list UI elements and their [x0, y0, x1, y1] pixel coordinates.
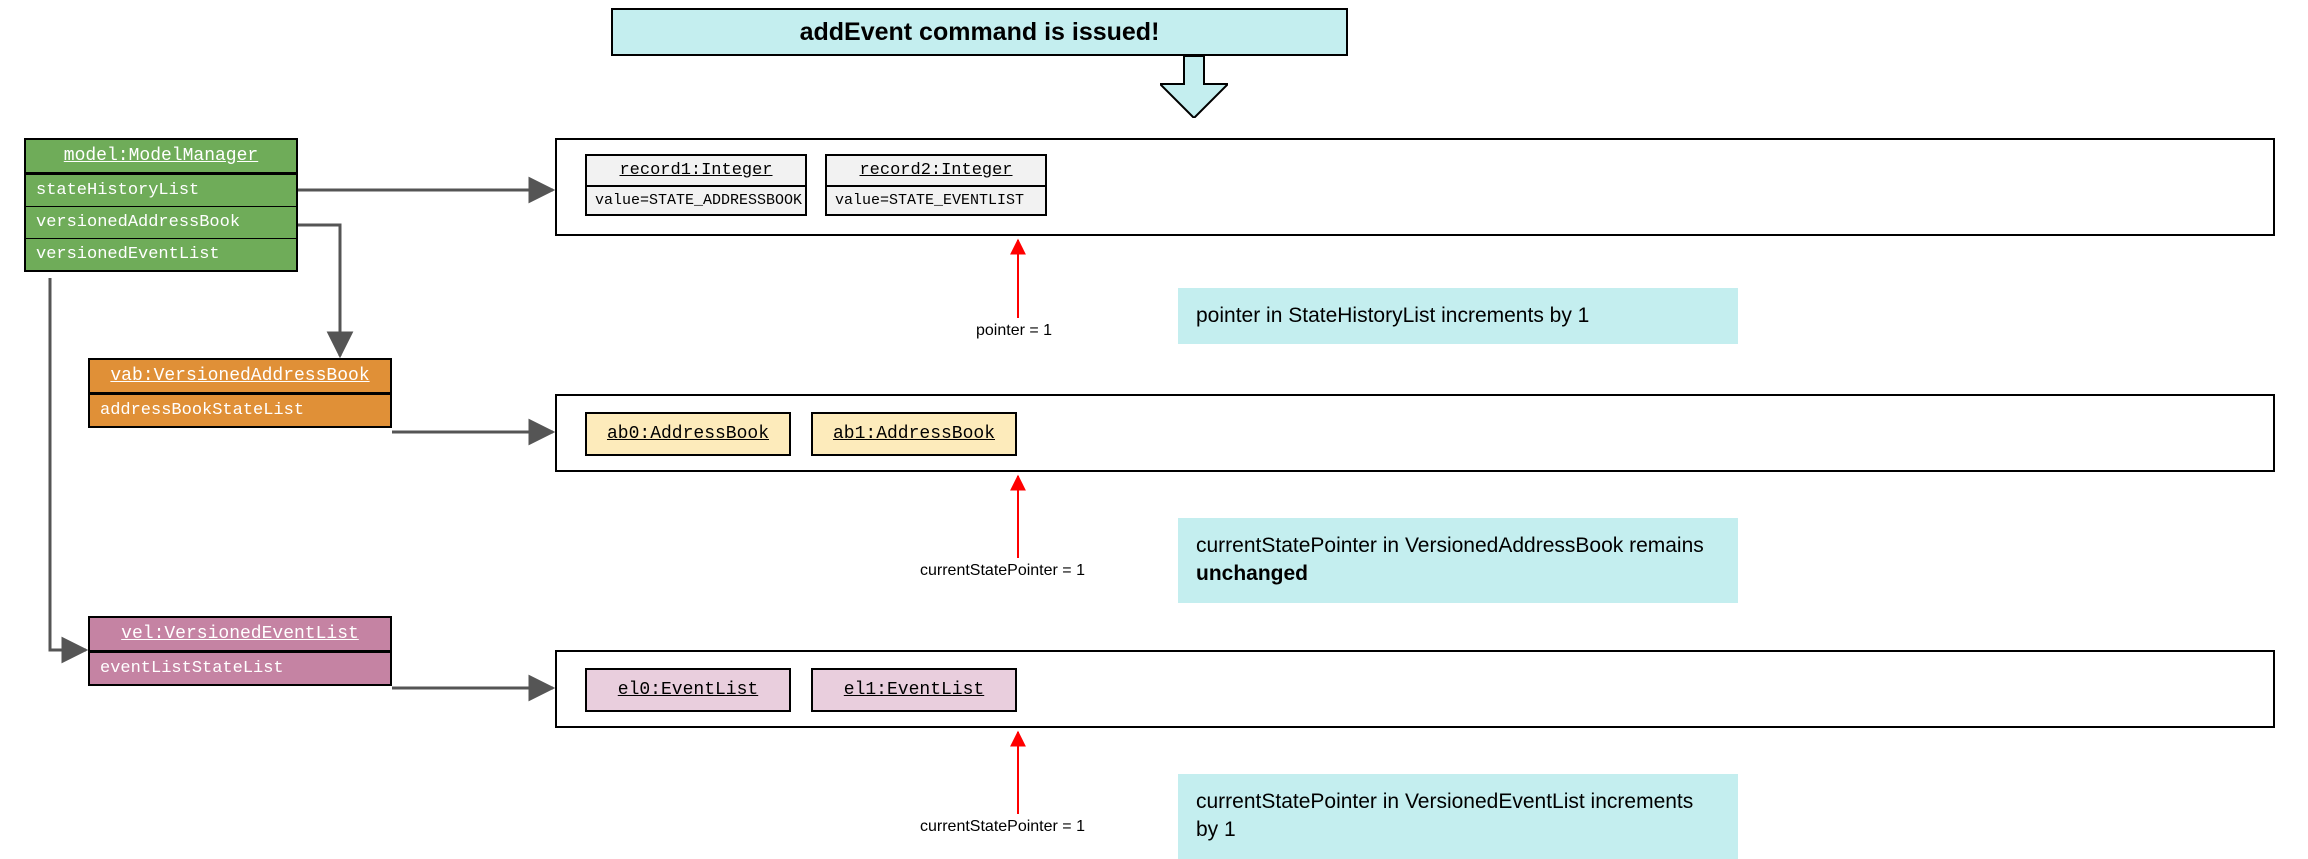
el1-box: el1:EventList [811, 668, 1017, 712]
banner-down-arrow-icon [1160, 56, 1228, 118]
mm-field-versioned-event-list: versionedEventList [26, 238, 296, 270]
record2-title: record2:Integer [827, 156, 1045, 187]
state-history-list-box: record1:Integer value=STATE_ADDRESSBOOK … [555, 138, 2275, 236]
banner-title: addEvent command is issued! [611, 8, 1348, 56]
mm-field-versioned-address-book: versionedAddressBook [26, 206, 296, 238]
versioned-address-book-object: vab:VersionedAddressBook addressBookStat… [88, 358, 392, 428]
ab0-box: ab0:AddressBook [585, 412, 791, 456]
model-manager-object: model:ModelManager stateHistoryList vers… [24, 138, 298, 272]
record2-value: value=STATE_EVENTLIST [827, 187, 1045, 214]
vel-title: vel:VersionedEventList [90, 618, 390, 652]
model-manager-title: model:ModelManager [26, 140, 296, 174]
note-state-history: pointer in StateHistoryList increments b… [1178, 288, 1738, 344]
pointer-label-2: currentStatePointer = 1 [920, 562, 1085, 580]
address-book-state-list-box: ab0:AddressBook ab1:AddressBook [555, 394, 2275, 472]
record1-box: record1:Integer value=STATE_ADDRESSBOOK [585, 154, 807, 216]
mm-field-state-history: stateHistoryList [26, 174, 296, 206]
record1-title: record1:Integer [587, 156, 805, 187]
el0-box: el0:EventList [585, 668, 791, 712]
banner-text: addEvent command is issued! [800, 18, 1160, 47]
record1-value: value=STATE_ADDRESSBOOK [587, 187, 805, 214]
note-vab-text-b: unchanged [1196, 562, 1308, 585]
record2-box: record2:Integer value=STATE_EVENTLIST [825, 154, 1047, 216]
note-vab: currentStatePointer in VersionedAddressB… [1178, 518, 1738, 603]
vab-title: vab:VersionedAddressBook [90, 360, 390, 394]
vel-field: eventListStateList [90, 652, 390, 684]
note-vel: currentStatePointer in VersionedEventLis… [1178, 774, 1738, 859]
note-vab-text-a: currentStatePointer in VersionedAddressB… [1196, 534, 1704, 557]
event-list-state-list-box: el0:EventList el1:EventList [555, 650, 2275, 728]
pointer-label-1: pointer = 1 [976, 322, 1052, 340]
versioned-event-list-object: vel:VersionedEventList eventListStateLis… [88, 616, 392, 686]
pointer-label-3: currentStatePointer = 1 [920, 818, 1085, 836]
vab-field: addressBookStateList [90, 394, 390, 426]
ab1-box: ab1:AddressBook [811, 412, 1017, 456]
